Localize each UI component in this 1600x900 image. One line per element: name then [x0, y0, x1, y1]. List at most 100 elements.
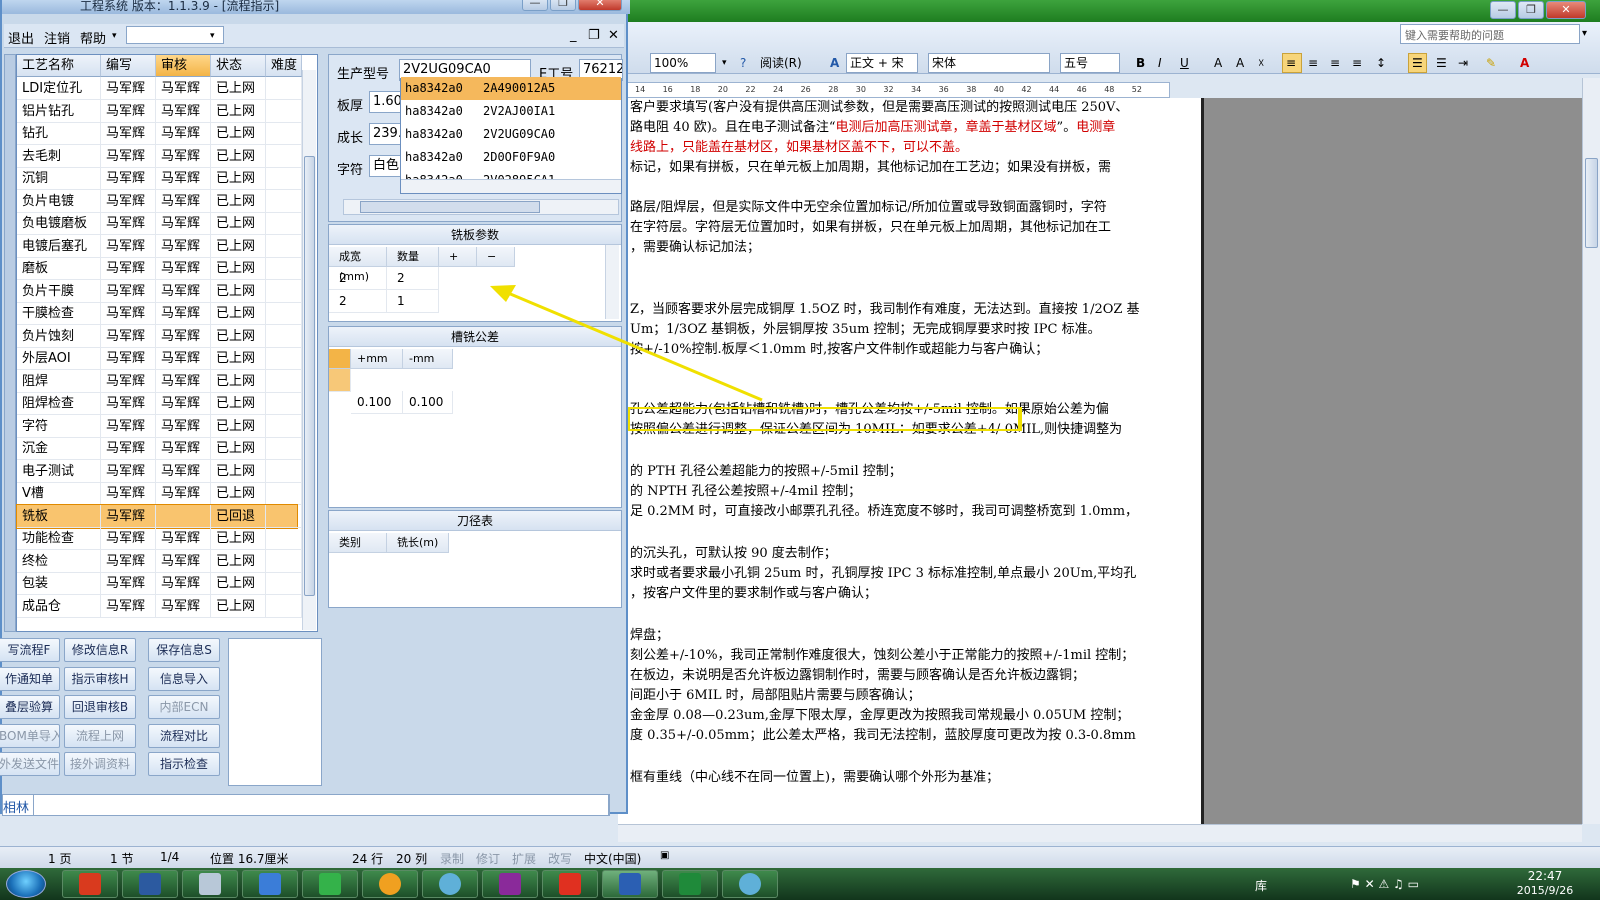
- grid-cell[interactable]: 阻焊: [17, 369, 101, 393]
- action-button[interactable]: 叠层验算: [0, 695, 60, 719]
- grid-cell[interactable]: 马军辉: [156, 234, 211, 258]
- mill-cell[interactable]: 2: [329, 267, 387, 290]
- grid-cell[interactable]: 马军辉: [156, 527, 211, 550]
- doc-line[interactable]: 标记，如果有拼板，只在单元板上加周期，其他标记加在工艺边；如果没有拼板，需: [630, 158, 1111, 178]
- dropdown-item[interactable]: ha8342a0 2V2UG09CA0: [401, 123, 621, 146]
- doc-line[interactable]: 金金厚 0.08—0.23um,金厚下限太厚，金厚更改为按照我司常规最小 0.0…: [630, 706, 1129, 726]
- doc-line[interactable]: 度 0.35+/-0.05mm；此公差太严格，我司无法控制，蓝胶厚度可更改为按 …: [630, 726, 1136, 746]
- grid-cell[interactable]: 马军辉: [101, 347, 156, 370]
- status-extend[interactable]: 扩展: [512, 850, 536, 867]
- grid-cell[interactable]: 已上网: [211, 414, 266, 438]
- grid-cell[interactable]: 已上网: [211, 324, 266, 348]
- grid-cell[interactable]: 马军辉: [101, 527, 156, 550]
- line-spacing-icon[interactable]: ↕: [1372, 53, 1390, 73]
- taskbar-app-word[interactable]: [602, 870, 658, 898]
- grid-cell[interactable]: 已上网: [211, 212, 266, 235]
- doc-line[interactable]: 在板边，未说明是否允许板边露铜制作时，需要与顾客确认是否允许板边露铜；: [630, 666, 1085, 686]
- col-header-reviewer[interactable]: 审核: [156, 55, 211, 77]
- grid-cell[interactable]: 马军辉: [156, 392, 211, 415]
- grid-cell[interactable]: 已上网: [211, 549, 266, 573]
- align-left-icon[interactable]: ≡: [1282, 53, 1302, 73]
- grid-cell[interactable]: [266, 302, 302, 325]
- tool-col-type[interactable]: 类别: [329, 533, 387, 553]
- thickness-input[interactable]: 1.60: [369, 91, 403, 113]
- grid-cell[interactable]: 马军辉: [101, 189, 156, 213]
- slot-plus-value[interactable]: 0.100: [351, 391, 403, 414]
- mill-cell[interactable]: 2: [329, 290, 387, 313]
- grid-cell[interactable]: 钻孔: [17, 122, 101, 145]
- font-combo[interactable]: 宋体: [928, 53, 1050, 73]
- grid-row[interactable]: 成品仓 马军辉 马军辉 已上网: [17, 594, 302, 618]
- zoom-dropdown-icon[interactable]: ▾: [718, 53, 732, 73]
- grid-row[interactable]: 阻焊检查 马军辉 马军辉 已上网: [17, 392, 302, 415]
- zoom-combo[interactable]: 100%: [650, 53, 716, 73]
- grid-cell[interactable]: 已上网: [211, 167, 266, 190]
- char-shade-icon[interactable]: A: [1232, 53, 1248, 73]
- align-right-icon[interactable]: ≡: [1326, 53, 1344, 73]
- grid-cell[interactable]: 马军辉: [156, 459, 211, 483]
- grid-row[interactable]: 磨板 马军辉 马军辉 已上网: [17, 257, 302, 280]
- taskbar-app-8[interactable]: [482, 870, 538, 898]
- grid-cell[interactable]: [266, 572, 302, 595]
- col-header-status[interactable]: 状态: [211, 55, 266, 77]
- app-minimize-icon[interactable]: —: [522, 0, 548, 11]
- grid-row[interactable]: 负片蚀刻 马军辉 马军辉 已上网: [17, 324, 302, 348]
- grid-cell[interactable]: 马军辉: [156, 572, 211, 595]
- doc-line[interactable]: 的 PTH 孔径公差超能力的按照+/-5mil 控制；: [630, 462, 902, 482]
- grid-row[interactable]: 铣板 马军辉 已回退: [16, 503, 302, 529]
- mill-cell[interactable]: 1: [387, 290, 439, 313]
- bold-button[interactable]: B: [1132, 53, 1149, 73]
- grid-cell[interactable]: [266, 482, 302, 505]
- menu-exit[interactable]: 退出: [8, 28, 34, 47]
- library-label[interactable]: 库: [1255, 877, 1267, 894]
- bullets-icon[interactable]: ☰: [1432, 53, 1451, 73]
- grid-cell[interactable]: 马军辉: [101, 257, 156, 280]
- grid-cell[interactable]: 马军辉: [101, 212, 156, 235]
- grid-row[interactable]: 电镀后塞孔 马军辉 马军辉 已上网: [17, 234, 302, 258]
- grid-cell[interactable]: 已上网: [211, 527, 266, 550]
- grid-cell[interactable]: [266, 167, 302, 190]
- grid-row[interactable]: 负片电镀 马军辉 马军辉 已上网: [17, 189, 302, 213]
- grid-cell[interactable]: 电镀后塞孔: [17, 234, 101, 258]
- grid-row[interactable]: 外层AOI 马军辉 马军辉 已上网: [17, 347, 302, 370]
- mill-cell[interactable]: 2: [387, 267, 439, 290]
- doc-line[interactable]: 的沉头孔，可默认按 90 度去制作；: [630, 544, 837, 564]
- grid-cell[interactable]: 马军辉: [156, 212, 211, 235]
- grid-cell[interactable]: [266, 549, 302, 573]
- doc-line[interactable]: 在字符层。字符层无位置加时，如果有拼板，只在单元板上加周期，其他标记加在工: [630, 218, 1111, 238]
- grid-cell[interactable]: 马军辉: [156, 99, 211, 123]
- action-button[interactable]: 外发送文件: [0, 752, 60, 776]
- mdi-minimize-icon[interactable]: _: [570, 28, 577, 43]
- taskbar-app-12[interactable]: [722, 870, 778, 898]
- grid-cell[interactable]: V槽: [17, 482, 101, 505]
- grid-cell[interactable]: 已上网: [211, 437, 266, 460]
- panel-hscroll[interactable]: [343, 199, 619, 215]
- grid-row[interactable]: 铝片钻孔 马军辉 马军辉 已上网: [17, 99, 302, 123]
- italic-button[interactable]: I: [1154, 53, 1166, 73]
- dropdown-item[interactable]: ha8342a0 2V2AJ00IA1: [401, 100, 621, 123]
- grid-cell[interactable]: 终检: [17, 549, 101, 573]
- doc-line[interactable]: Um；1/3OZ 基铜板，外层铜厚按 35um 控制；无完成铜厚要求时按 IPC…: [630, 320, 1101, 340]
- grid-cell[interactable]: 铝片钻孔: [17, 99, 101, 123]
- slot-col-plus[interactable]: +mm: [351, 349, 403, 369]
- doc-line[interactable]: ，需要确认标记加法；: [630, 238, 760, 258]
- app-restore-icon[interactable]: ❐: [550, 0, 576, 11]
- grid-cell[interactable]: 马军辉: [156, 189, 211, 213]
- grid-row[interactable]: 字符 马军辉 马军辉 已上网: [17, 414, 302, 438]
- grid-row[interactable]: 沉金 马军辉 马军辉 已上网: [17, 437, 302, 460]
- help-search-input[interactable]: 键入需要帮助的问题: [1400, 24, 1580, 44]
- doc-line[interactable]: 线路上，只能盖在基材区，如果基材区盖不下，可以不盖。: [630, 138, 968, 158]
- status-record[interactable]: 录制: [440, 850, 464, 867]
- grid-cell[interactable]: 已上网: [211, 594, 266, 618]
- grid-cell[interactable]: 马军辉: [101, 369, 156, 393]
- grid-row[interactable]: 功能检查 马军辉 马军辉 已上网: [17, 527, 302, 550]
- document-page[interactable]: 客户要求填写(客户没有提供高压测试参数，但是需要高压测试的按照测试电压 250V…: [618, 98, 1204, 824]
- styles-icon[interactable]: A: [826, 53, 843, 73]
- doc-line[interactable]: 焊盘；: [630, 626, 669, 646]
- menu-combo-dropdown-icon[interactable]: ▾: [210, 31, 215, 41]
- grid-row[interactable]: 电子测试 马军辉 马军辉 已上网: [17, 459, 302, 483]
- tray-icons[interactable]: ⚑ ✕ ⚠ ♫ ▭: [1350, 877, 1419, 891]
- grid-cell[interactable]: 外层AOI: [17, 347, 101, 370]
- grid-cell[interactable]: 马军辉: [101, 77, 156, 100]
- grid-cell[interactable]: 马军辉: [156, 324, 211, 348]
